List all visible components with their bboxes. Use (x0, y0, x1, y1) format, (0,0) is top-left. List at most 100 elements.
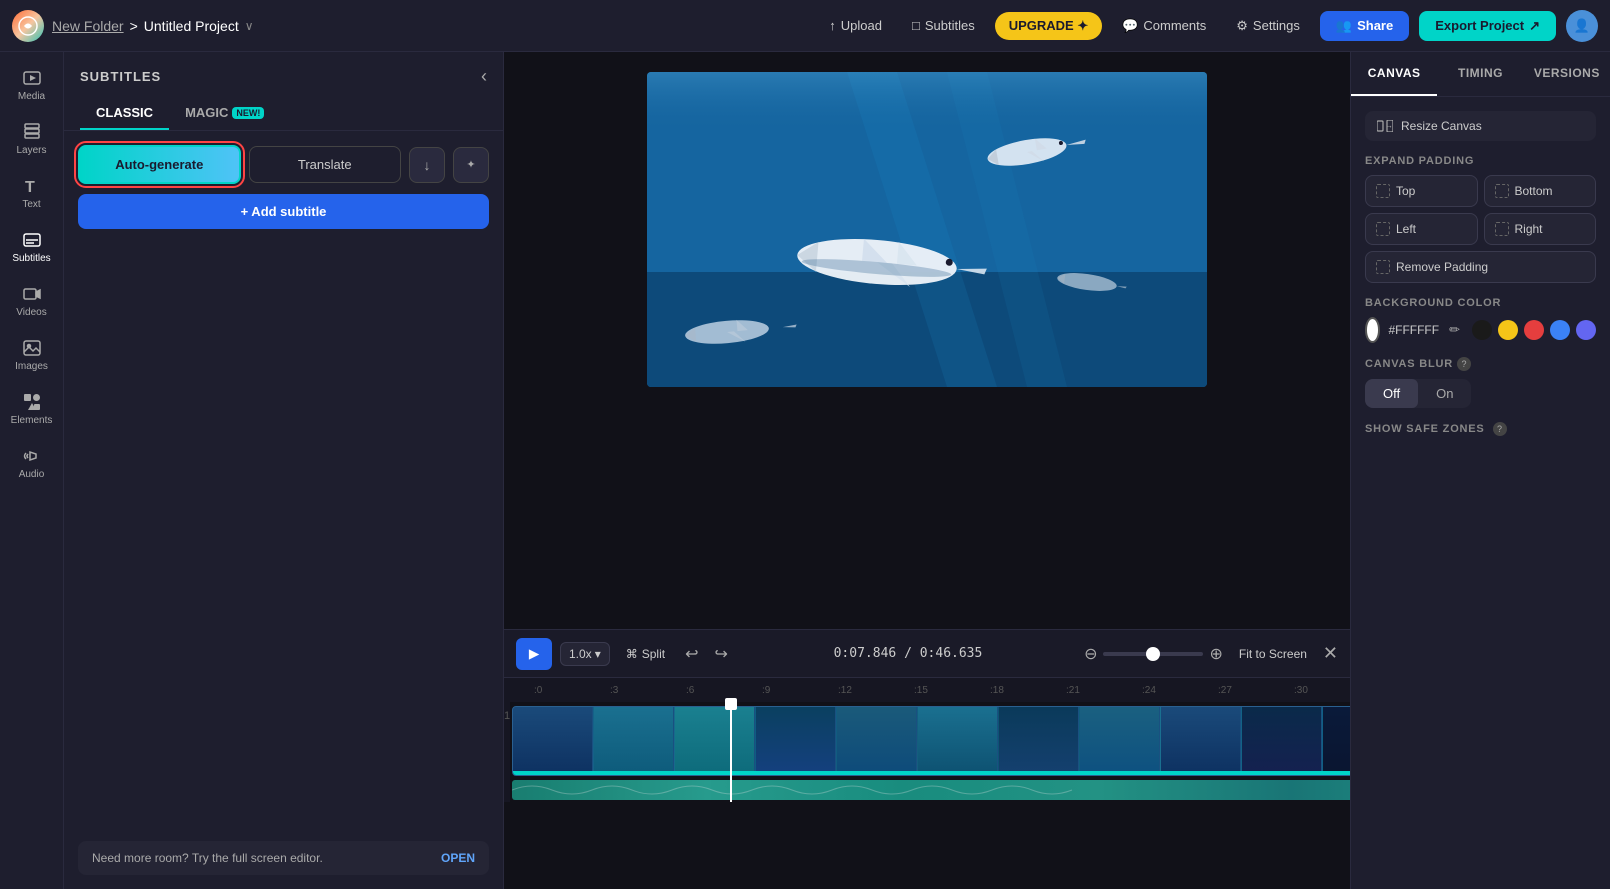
canvas-blur-header: CANVAS BLUR ? (1365, 357, 1596, 371)
project-name: Untitled Project (144, 18, 239, 34)
ruler-tick: :21 (1066, 685, 1142, 696)
download-subtitle-button[interactable]: ↓ (409, 147, 445, 183)
translate-button[interactable]: Translate (249, 146, 402, 183)
zoom-in-button[interactable]: ⊕ (1209, 644, 1222, 664)
topbar-actions: ↑ Upload □ Subtitles UPGRADE ✦ 💬 Comment… (819, 10, 1598, 42)
canvas-blur-help-icon[interactable]: ? (1457, 357, 1471, 371)
speed-selector[interactable]: 1.0x ▾ (560, 642, 610, 666)
text-icon: T (22, 176, 42, 196)
tab-magic[interactable]: MAGIC NEW! (169, 97, 280, 130)
color-swatch-white[interactable] (1365, 317, 1380, 343)
export-icon: ↗ (1529, 18, 1540, 34)
safe-zones-section: SHOW SAFE ZONES ? (1365, 422, 1596, 436)
blur-off-button[interactable]: Off (1365, 379, 1418, 408)
subtitles-icon: □ (912, 18, 920, 33)
subtitles-icon (22, 230, 42, 250)
user-avatar[interactable]: 👤 (1566, 10, 1598, 42)
zoom-out-button[interactable]: ⊖ (1084, 644, 1097, 664)
zoom-slider[interactable] (1103, 652, 1203, 656)
color-preset-red[interactable] (1524, 320, 1544, 340)
color-preset-indigo[interactable] (1576, 320, 1596, 340)
open-editor-button[interactable]: OPEN (441, 851, 475, 865)
panel-content: Auto-generate Translate ↓ ✦ + Add subtit… (64, 131, 503, 243)
sidebar-item-subtitles[interactable]: Subtitles (3, 222, 61, 272)
sidebar-item-images[interactable]: Images (3, 330, 61, 380)
upgrade-button[interactable]: UPGRADE ✦ (995, 12, 1103, 40)
sparkle-button[interactable]: ✦ (453, 147, 489, 183)
subtitles-button[interactable]: □ Subtitles (902, 12, 985, 39)
close-timeline-button[interactable]: ✕ (1323, 643, 1338, 664)
ruler-tick: :24 (1142, 685, 1218, 696)
timeline-controls: ▶ 1.0x ▾ ⌘ Split ↩ ↪ 0:07.846 / 0:46.635 (504, 630, 1350, 678)
sidebar-item-media[interactable]: Media (3, 60, 61, 110)
tab-versions[interactable]: VERSIONS (1524, 52, 1610, 96)
settings-button[interactable]: ⚙ Settings (1226, 12, 1310, 40)
share-button[interactable]: 👥 Share (1320, 11, 1409, 41)
safe-zones-label: SHOW SAFE ZONES (1365, 423, 1485, 435)
waveform-svg (512, 780, 1350, 800)
tab-timing[interactable]: TIMING (1437, 52, 1523, 96)
autogenerate-button[interactable]: Auto-generate (78, 145, 241, 184)
sidebar-item-videos[interactable]: Videos (3, 276, 61, 326)
breadcrumb: New Folder > Untitled Project ∨ (52, 18, 254, 34)
sidebar-item-layers[interactable]: Layers (3, 114, 61, 164)
safe-zones-help-icon[interactable]: ? (1493, 422, 1507, 436)
fit-screen-button[interactable]: Fit to Screen (1231, 643, 1315, 665)
tab-canvas[interactable]: CANVAS (1351, 52, 1437, 96)
play-button[interactable]: ▶ (516, 638, 552, 670)
video-clip[interactable] (512, 706, 1350, 776)
undo-button[interactable]: ↩ (681, 640, 702, 668)
bg-color-row: #FFFFFF ✏ (1365, 317, 1596, 343)
expand-padding-label: EXPAND PADDING (1365, 155, 1596, 167)
panel-title: SUBTITLES (80, 69, 161, 84)
color-preset-blue[interactable] (1550, 320, 1570, 340)
add-subtitle-button[interactable]: + Add subtitle (78, 194, 489, 229)
folder-link[interactable]: New Folder (52, 18, 124, 34)
full-screen-editor-link[interactable]: full screen editor (232, 851, 319, 865)
remove-padding-button[interactable]: Remove Padding (1365, 251, 1596, 283)
color-edit-button[interactable]: ✏ (1449, 322, 1460, 338)
sidebar-item-text[interactable]: T Text (3, 168, 61, 218)
subtitles-panel: SUBTITLES ‹ CLASSIC MAGIC NEW! Auto-gene… (64, 52, 504, 889)
images-icon (22, 338, 42, 358)
tab-classic[interactable]: CLASSIC (80, 97, 169, 130)
track-content (510, 702, 1350, 802)
zoom-controls: ⊖ ⊕ (1084, 644, 1223, 664)
ruler-tick: :12 (838, 685, 914, 696)
panel-close-button[interactable]: ‹ (481, 66, 487, 87)
videos-icon (22, 284, 42, 304)
breadcrumb-chevron[interactable]: ∨ (245, 19, 254, 33)
sidebar-item-elements[interactable]: Elements (3, 384, 61, 434)
color-preset-yellow[interactable] (1498, 320, 1518, 340)
blur-on-button[interactable]: On (1418, 379, 1471, 408)
color-hex-value: #FFFFFF (1388, 323, 1439, 337)
blur-toggle-group: Off On (1365, 379, 1471, 408)
room-hint: Need more room? Try the full screen edit… (78, 841, 489, 875)
play-icon: ▶ (529, 646, 539, 662)
padding-top-button[interactable]: Top (1365, 175, 1478, 207)
split-button[interactable]: ⌘ Split (618, 643, 673, 665)
bg-color-label: BACKGROUND COLOR (1365, 297, 1596, 309)
download-icon: ↓ (424, 157, 431, 173)
export-button[interactable]: Export Project ↗ (1419, 11, 1556, 41)
sidebar-item-audio[interactable]: Audio (3, 438, 61, 488)
svg-text:→: → (1385, 121, 1393, 130)
media-icon (22, 68, 42, 88)
resize-canvas-button[interactable]: → Resize Canvas (1365, 111, 1596, 141)
upload-icon: ↑ (829, 18, 836, 33)
comments-button[interactable]: 💬 Comments (1112, 12, 1216, 40)
color-preset-black[interactable] (1472, 320, 1492, 340)
redo-button[interactable]: ↪ (710, 640, 731, 668)
app-logo[interactable] (12, 10, 44, 42)
timeline-track: 1 (504, 702, 1350, 802)
padding-bottom-button[interactable]: Bottom (1484, 175, 1597, 207)
padding-left-button[interactable]: Left (1365, 213, 1478, 245)
padding-right-button[interactable]: Right (1484, 213, 1597, 245)
left-sidebar: Media Layers T Text Subtitles Videos Ima… (0, 52, 64, 889)
ruler-tick: :6 (686, 685, 762, 696)
audio-icon (22, 446, 42, 466)
playhead[interactable] (730, 702, 732, 802)
zoom-in-icon: ⊕ (1209, 646, 1222, 663)
upload-button[interactable]: ↑ Upload (819, 12, 892, 39)
timeline-ruler: :0 :3 :6 :9 :12 :15 :18 :21 :24 :27 :30 … (504, 678, 1350, 702)
